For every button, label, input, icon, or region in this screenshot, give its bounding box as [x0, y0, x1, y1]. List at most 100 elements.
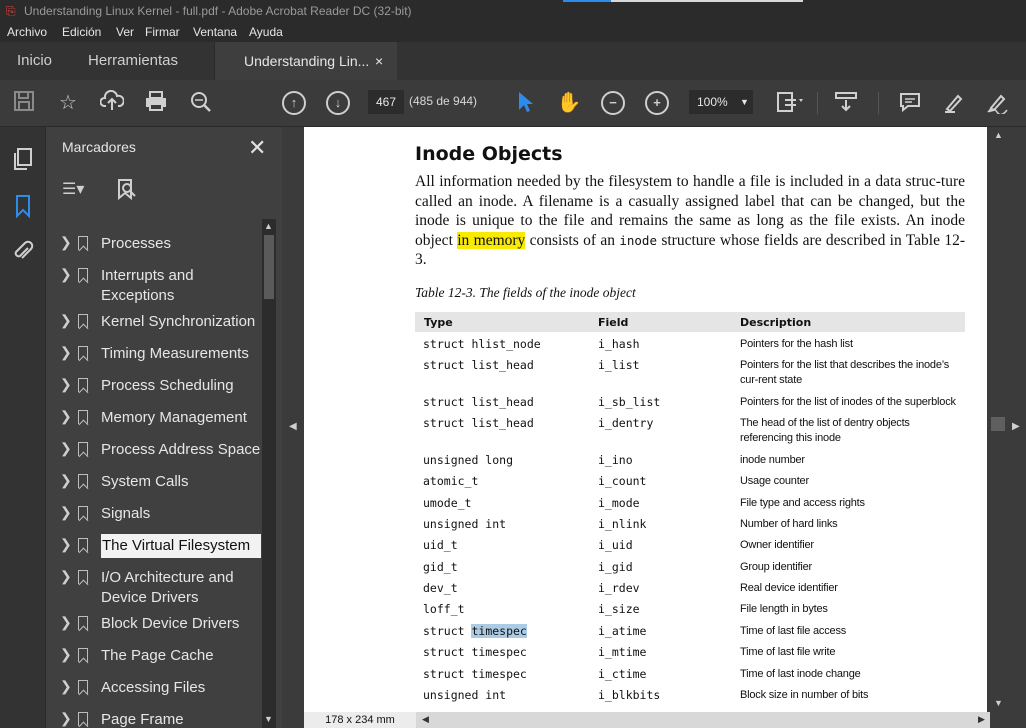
chevron-right-icon[interactable]: ❯ — [60, 344, 72, 361]
save-icon[interactable] — [11, 90, 37, 116]
scroll-left-icon[interactable]: ◀ — [422, 714, 429, 725]
collapse-left-icon[interactable]: ◀ — [289, 421, 297, 432]
bookmark-label: The Virtual Filesystem — [101, 534, 261, 558]
menu-ventana[interactable]: Ventana — [193, 25, 237, 39]
scroll-right-icon[interactable]: ▶ — [978, 714, 985, 725]
highlight-pen-icon[interactable] — [941, 90, 967, 116]
chevron-right-icon[interactable]: ❯ — [60, 376, 72, 393]
bookmark-flag-icon — [78, 570, 88, 584]
zoom-in-icon[interactable]: + — [645, 91, 669, 115]
cell-field: i_uid — [598, 538, 633, 552]
attachment-icon[interactable] — [11, 240, 35, 264]
scroll-mode-icon[interactable] — [833, 90, 859, 116]
chevron-right-icon[interactable]: ❯ — [60, 614, 72, 631]
bookmark-label: Timing Measurements — [101, 345, 249, 362]
hand-icon[interactable]: ✋ — [556, 90, 582, 116]
cell-field: i_gid — [598, 560, 633, 574]
tab-bar: Inicio Herramientas Understanding Lin...… — [0, 42, 1026, 80]
scroll-up-icon[interactable]: ▲ — [994, 130, 1003, 140]
tab-document[interactable]: Understanding Lin... × — [214, 42, 397, 80]
chevron-right-icon[interactable]: ❯ — [60, 678, 72, 695]
close-icon[interactable]: ✕ — [248, 135, 266, 161]
cell-description: File type and access rights — [740, 497, 865, 509]
document-scrollbar[interactable]: ▲ ▼ — [990, 127, 1006, 712]
comment-icon[interactable] — [897, 90, 923, 116]
page-count: (485 de 944) — [409, 94, 478, 108]
zoom-out-icon[interactable]: − — [601, 91, 625, 115]
scroll-down-icon[interactable]: ▼ — [264, 714, 273, 724]
cell-field: i_dentry — [598, 416, 654, 430]
bookmark-flag-icon — [78, 346, 88, 360]
bookmarks-scrollbar[interactable]: ▲ ▼ — [262, 219, 276, 728]
scrollbar-thumb[interactable] — [264, 235, 274, 299]
toolbar-divider — [878, 92, 879, 114]
chevron-right-icon[interactable]: ❯ — [60, 234, 72, 251]
collapse-right-icon[interactable]: ▶ — [1012, 421, 1020, 432]
chevron-right-icon[interactable]: ❯ — [60, 408, 72, 425]
star-icon[interactable]: ☆ — [55, 90, 81, 116]
selected-text[interactable]: timespec — [471, 624, 527, 638]
print-icon[interactable] — [143, 90, 169, 116]
menu-ver[interactable]: Ver — [116, 25, 134, 39]
bookmark-label: Memory Management — [101, 409, 247, 426]
bookmark-flag-icon — [78, 648, 88, 662]
menu-archivo[interactable]: Archivo — [7, 25, 47, 39]
title-accent-blue — [563, 0, 611, 2]
cell-field: i_sb_list — [598, 395, 661, 409]
menu-ayuda[interactable]: Ayuda — [249, 25, 283, 39]
bookmark-flag-icon — [78, 616, 88, 630]
upload-icon[interactable] — [99, 89, 125, 116]
bookmark-label: The Page Cache — [101, 647, 214, 664]
column-header: Field — [598, 316, 629, 329]
cell-field: i_blkbits — [598, 688, 661, 702]
scroll-up-icon[interactable]: ▲ — [264, 221, 273, 231]
tab-close-icon[interactable]: × — [375, 42, 383, 80]
chevron-right-icon[interactable]: ❯ — [60, 710, 72, 727]
scrollbar-thumb[interactable] — [991, 417, 1005, 431]
bookmark-flag-icon — [78, 680, 88, 694]
page-number-input[interactable]: 467 — [368, 90, 404, 114]
page-thumbnails-icon[interactable] — [11, 147, 35, 171]
bookmarks-panel-title: Marcadores — [62, 139, 136, 155]
tab-home[interactable]: Inicio — [17, 42, 52, 80]
cell-type: loff_t — [423, 602, 465, 616]
chevron-right-icon[interactable]: ❯ — [60, 312, 72, 329]
bookmarks-panel: Marcadores ✕ ☰▾ ❯ Processes ❯ Interrupts a… — [45, 127, 282, 728]
find-bookmark-icon[interactable] — [116, 178, 138, 207]
cursor-icon[interactable] — [512, 90, 538, 116]
tab-document-label: Understanding Lin... — [244, 53, 370, 69]
title-accent-light — [611, 0, 803, 2]
chevron-right-icon[interactable]: ❯ — [60, 536, 72, 553]
search-zoom-icon[interactable] — [188, 90, 214, 116]
page-fit-icon[interactable] — [775, 90, 803, 116]
chevron-right-icon[interactable]: ❯ — [60, 472, 72, 489]
bookmark-options-icon[interactable]: ☰▾ — [62, 179, 84, 199]
navigation-rail — [0, 127, 45, 728]
bookmark-icon[interactable] — [11, 194, 35, 219]
arrow-up-icon[interactable]: ↑ — [282, 91, 306, 115]
chevron-right-icon[interactable]: ❯ — [60, 266, 72, 283]
menu-edicion[interactable]: Edición — [62, 25, 101, 39]
cell-type: dev_t — [423, 581, 458, 595]
zoom-select[interactable]: 100% ▼ — [689, 90, 753, 114]
chevron-right-icon[interactable]: ❯ — [60, 440, 72, 457]
chevron-down-icon: ▼ — [740, 97, 749, 107]
arrow-down-icon[interactable]: ↓ — [326, 91, 350, 115]
chevron-right-icon[interactable]: ❯ — [60, 568, 72, 585]
cell-description: Group identifier — [740, 561, 813, 573]
cell-description: Owner identifier — [740, 539, 814, 551]
menu-firmar[interactable]: Firmar — [145, 25, 180, 39]
toolbar: ☆ ↑ ↓ 467 (485 de 944) ✋ − + 100% ▼ — [0, 80, 1026, 127]
cell-field: i_ctime — [598, 667, 647, 681]
cell-type: unsigned int — [423, 688, 507, 702]
cell-field: i_list — [598, 358, 640, 372]
sign-icon[interactable] — [985, 90, 1011, 116]
document-view: Inode Objects All information needed by … — [300, 127, 1012, 728]
cell-description: Pointers for the list of inodes of the s… — [740, 396, 956, 408]
chevron-right-icon[interactable]: ❯ — [60, 646, 72, 663]
chevron-right-icon[interactable]: ❯ — [60, 504, 72, 521]
scroll-down-icon[interactable]: ▼ — [994, 698, 1003, 708]
tab-tools[interactable]: Herramientas — [88, 42, 178, 80]
bookmark-flag-icon — [78, 410, 88, 424]
highlighted-text: in memory — [457, 231, 526, 249]
